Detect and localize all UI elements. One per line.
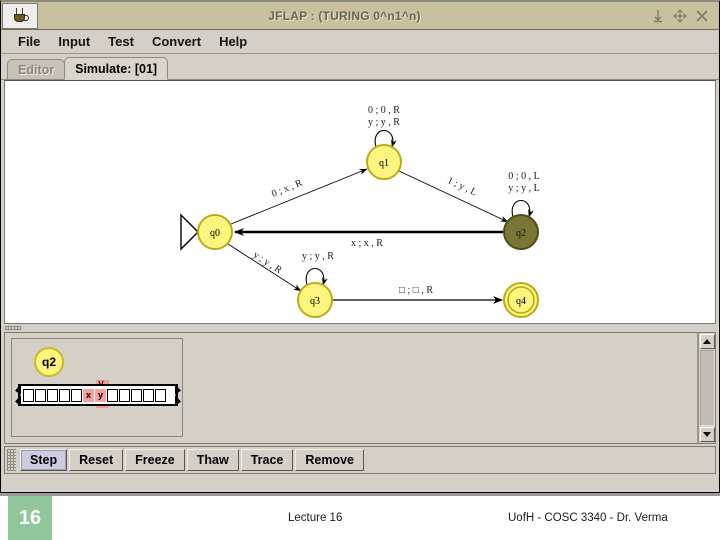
configuration-state-label: q2 xyxy=(34,347,64,377)
close-button[interactable] xyxy=(695,9,709,23)
menu-item-file[interactable]: File xyxy=(9,32,49,51)
transition-q0-q1[interactable]: 0 ; x , R xyxy=(230,168,368,225)
state-label: q0 xyxy=(210,228,220,239)
tape-strip[interactable]: xy xyxy=(18,384,178,406)
menu-bar: File Input Test Convert Help xyxy=(1,30,719,54)
tab-editor[interactable]: Editor xyxy=(7,59,66,80)
state-label: q4 xyxy=(516,296,526,307)
simulation-panel: q2 ∨ xy xyxy=(4,332,716,444)
transition-q2-q0[interactable]: x ; x , R xyxy=(234,228,503,249)
state-q1[interactable]: q1 xyxy=(366,144,402,180)
transition-label: y ; y , R xyxy=(251,250,284,277)
remove-button[interactable]: Remove xyxy=(295,449,365,471)
footer-lecture-text: Lecture 16 xyxy=(288,512,343,524)
scroll-down-button[interactable] xyxy=(699,427,715,442)
transition-label: 0 ; 0 , L xyxy=(508,171,539,182)
freeze-button[interactable]: Freeze xyxy=(125,449,185,471)
self-loop-q2[interactable]: 0 ; 0 , L y ; y , L xyxy=(508,171,540,218)
menu-item-convert[interactable]: Convert xyxy=(143,32,210,51)
configuration-scrollbar[interactable] xyxy=(698,333,715,443)
tape-cell[interactable] xyxy=(47,388,58,402)
tape-cell[interactable] xyxy=(107,388,118,402)
trace-button[interactable]: Trace xyxy=(240,449,294,471)
state-label: q1 xyxy=(379,158,389,169)
footer-divider xyxy=(0,493,720,496)
automaton-graph: 0 ; x , R 1 ; y , L x ; x , R y ; y , R xyxy=(180,105,540,318)
transition-label: y ; y , R xyxy=(368,117,400,128)
transition-q1-q2[interactable]: 1 ; y , L xyxy=(398,170,509,223)
transition-label: □ ; □ , R xyxy=(399,285,433,296)
tape-cell[interactable]: x xyxy=(83,388,94,402)
jflap-window: JFLAP : (TURING 0^n1^n) File Input Test … xyxy=(0,0,720,493)
self-loop-q1[interactable]: 0 ; 0 , R y ; y , R xyxy=(368,105,400,148)
tape-cell[interactable]: y xyxy=(95,388,106,402)
state-q0[interactable]: q0 xyxy=(197,214,233,250)
tab-simulate[interactable]: Simulate: [01] xyxy=(64,57,169,80)
tape-cell[interactable] xyxy=(23,388,34,402)
tape-cell[interactable] xyxy=(119,388,130,402)
arrow-up-icon xyxy=(703,339,711,344)
tape-cell[interactable] xyxy=(143,388,154,402)
slide-number-badge: 16 xyxy=(8,496,52,540)
state-q3[interactable]: q3 xyxy=(297,282,333,318)
scrollbar-track[interactable] xyxy=(699,350,715,426)
scroll-up-button[interactable] xyxy=(699,334,715,349)
transition-q3-q4[interactable]: □ ; □ , R xyxy=(332,285,503,304)
minimize-button[interactable] xyxy=(651,9,665,23)
simulation-toolbar: Step Reset Freeze Thaw Trace Remove xyxy=(4,446,716,474)
step-button[interactable]: Step xyxy=(20,449,68,471)
window-titlebar: JFLAP : (TURING 0^n1^n) xyxy=(1,2,719,30)
coffee-cup-icon xyxy=(11,7,29,25)
automaton-canvas[interactable]: 0 ; x , R 1 ; y , L x ; x , R y ; y , R xyxy=(4,80,716,324)
tape-cell[interactable] xyxy=(35,388,46,402)
slide-footer: 16 Lecture 16 UofH - COSC 3340 - Dr. Ver… xyxy=(0,493,720,540)
state-label: q3 xyxy=(310,296,320,307)
slide-root: JFLAP : (TURING 0^n1^n) File Input Test … xyxy=(0,0,720,540)
transition-q0-q3[interactable]: y ; y , R xyxy=(227,243,302,292)
tape-cell[interactable] xyxy=(71,388,82,402)
tape-cell[interactable] xyxy=(131,388,142,402)
arrow-down-icon xyxy=(703,432,711,437)
reset-button[interactable]: Reset xyxy=(69,449,124,471)
state-q4[interactable]: q4 xyxy=(503,282,539,318)
app-menu-button[interactable] xyxy=(2,2,38,29)
tape-cell[interactable] xyxy=(59,388,70,402)
configuration-area[interactable]: q2 ∨ xy xyxy=(5,333,698,443)
transition-label: 0 ; 0 , R xyxy=(368,105,400,116)
menu-item-input[interactable]: Input xyxy=(49,32,99,51)
transition-label: y ; y , L xyxy=(508,183,539,194)
menu-item-help[interactable]: Help xyxy=(210,32,256,51)
footer-course-text: UofH - COSC 3340 - Dr. Verma xyxy=(508,512,668,524)
tab-strip: Editor Simulate: [01] xyxy=(1,54,719,80)
transition-label: x ; x , R xyxy=(351,238,383,249)
menu-item-test[interactable]: Test xyxy=(99,32,143,51)
window-title: JFLAP : (TURING 0^n1^n) xyxy=(268,8,421,23)
thaw-button[interactable]: Thaw xyxy=(186,449,239,471)
self-loop-q3[interactable]: y ; y , R xyxy=(302,251,334,286)
panel-splitter[interactable] xyxy=(1,324,719,332)
start-arrow xyxy=(180,213,199,251)
transition-label: y ; y , R xyxy=(302,251,334,262)
maximize-button[interactable] xyxy=(673,8,687,23)
window-controls xyxy=(651,8,709,23)
state-label: q2 xyxy=(516,228,526,239)
configuration-cell[interactable]: q2 ∨ xy xyxy=(11,338,183,437)
tape-cell[interactable] xyxy=(155,388,166,402)
state-q2[interactable]: q2 xyxy=(503,214,539,250)
toolbar-grip[interactable] xyxy=(7,449,16,471)
